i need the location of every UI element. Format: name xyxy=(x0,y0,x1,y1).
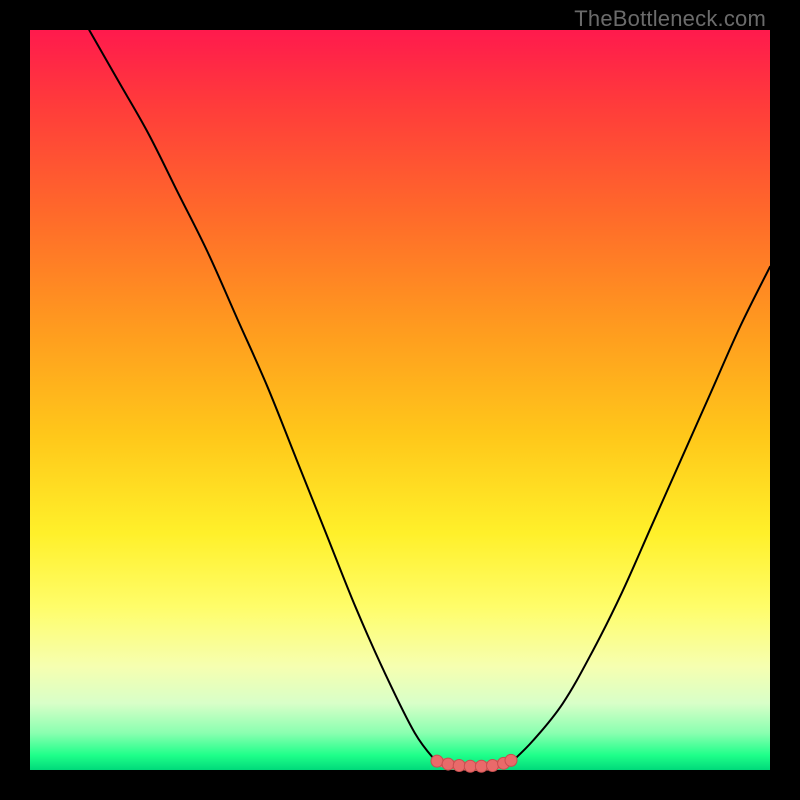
chart-svg xyxy=(30,30,770,770)
curve-left-curve xyxy=(89,30,437,763)
bottom-marker xyxy=(464,760,476,772)
curve-right-curve xyxy=(511,267,770,763)
bottom-marker xyxy=(431,755,443,767)
bottom-marker xyxy=(442,758,454,770)
bottom-marker xyxy=(453,760,465,772)
marker-layer xyxy=(431,754,517,772)
bottom-marker xyxy=(505,754,517,766)
bottom-marker xyxy=(475,760,487,772)
plot-area xyxy=(30,30,770,770)
chart-frame: TheBottleneck.com xyxy=(0,0,800,800)
watermark-text: TheBottleneck.com xyxy=(574,6,766,32)
bottom-marker xyxy=(487,760,499,772)
curve-layer xyxy=(89,30,770,767)
